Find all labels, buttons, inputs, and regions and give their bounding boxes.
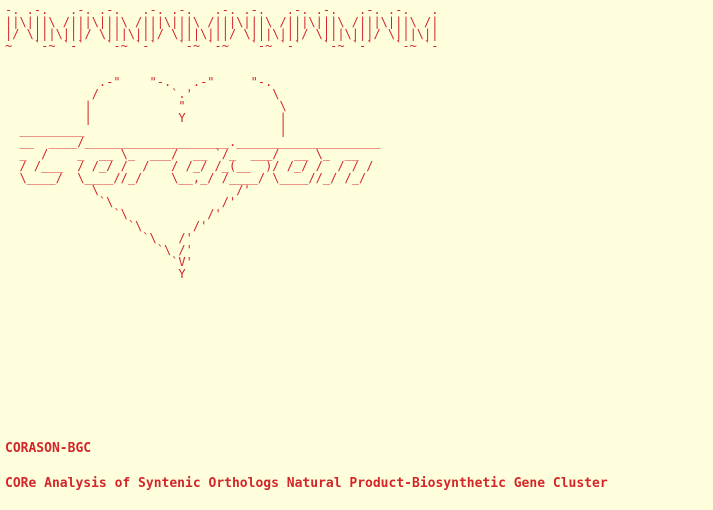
program-subtitle: CORe Analysis of Syntenic Orthologs Natu… xyxy=(5,476,608,491)
program-title: CORASON-BGC xyxy=(5,441,92,456)
ascii-art-banner: -. .-. .-. .-. .-. .-. .-. .-. .-. .-. .… xyxy=(5,3,439,281)
terminal-window[interactable]: -. .-. .-. .-. .-. .-. .-. .-. .-. .-. .… xyxy=(0,0,713,510)
